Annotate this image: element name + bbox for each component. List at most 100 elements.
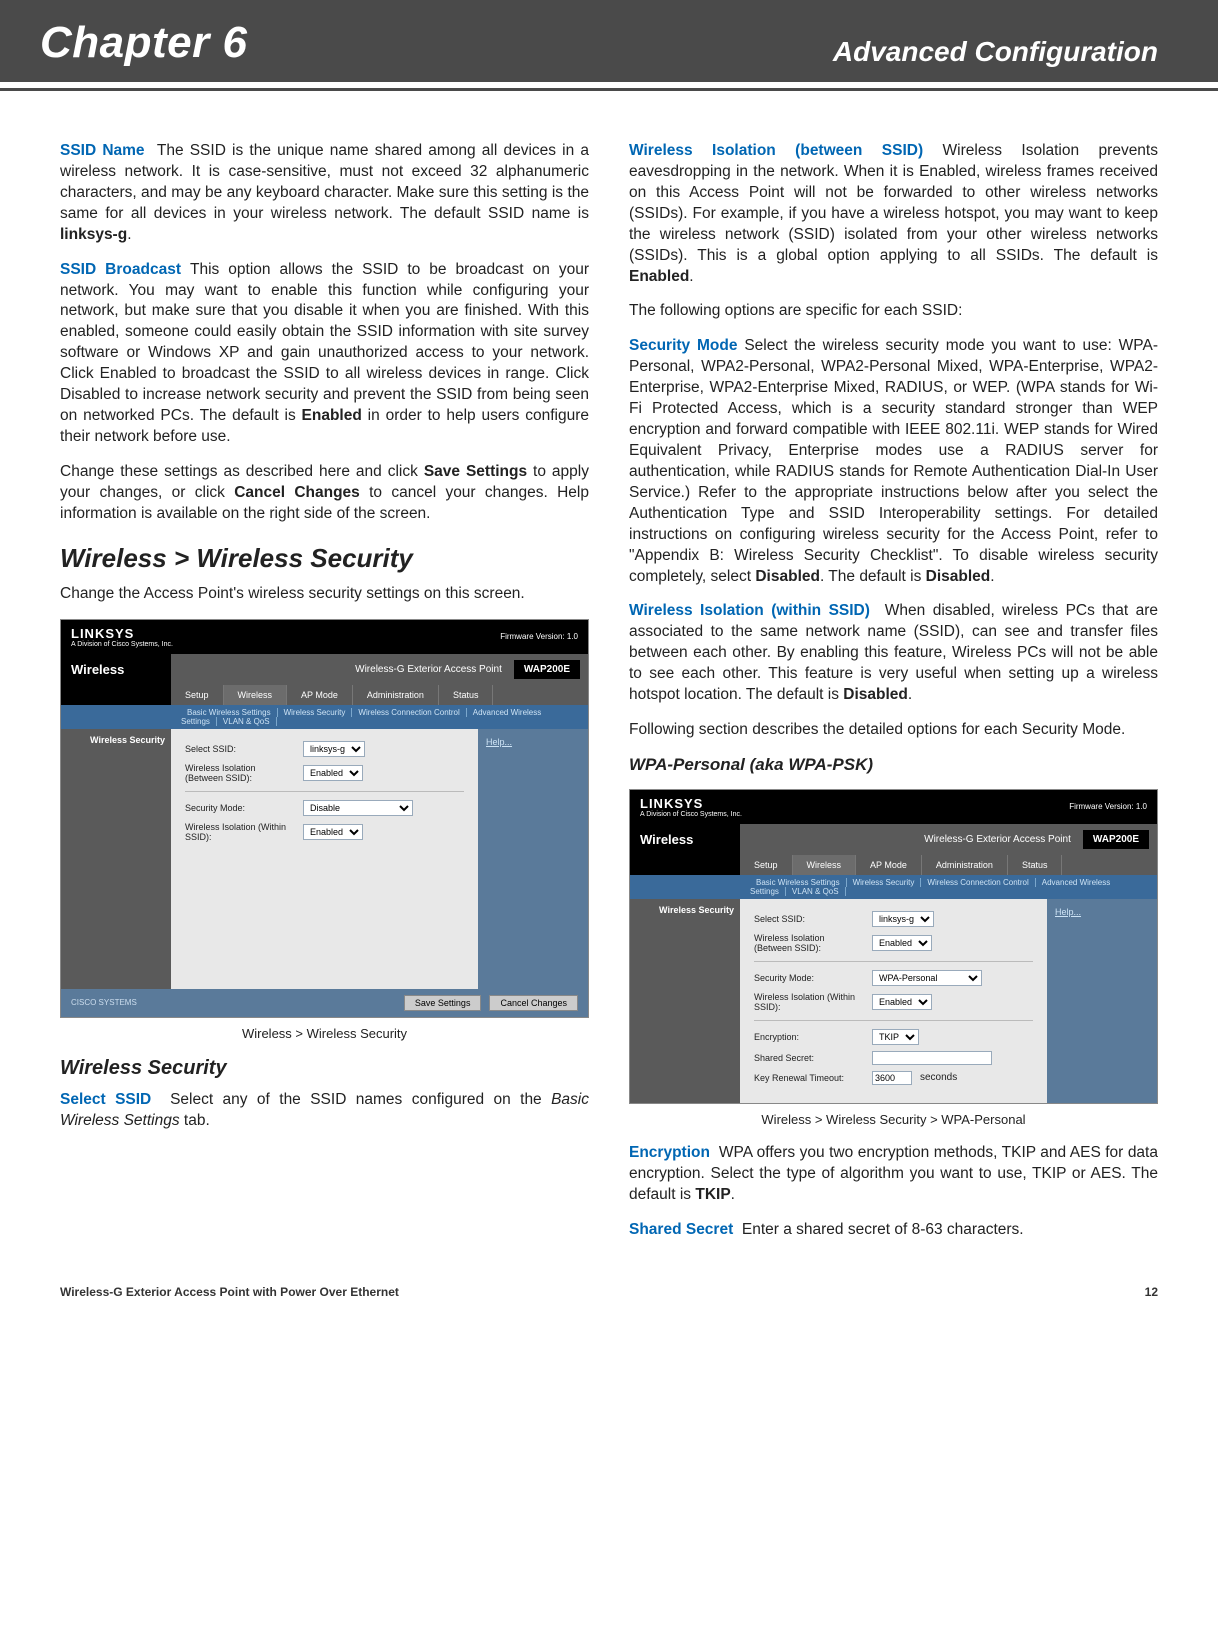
security-mode-dropdown-2[interactable]: WPA-Personal (872, 970, 982, 986)
firmware-version-2: Firmware Version: 1.0 (1069, 802, 1147, 811)
page-footer: Wireless-G Exterior Access Point with Po… (0, 1255, 1218, 1299)
iso-between-para: Wireless Isolation (between SSID) Wirele… (629, 141, 1158, 287)
model-label-2: WAP200E (1083, 830, 1149, 849)
section-heading-wireless-security: Wireless > Wireless Security (60, 543, 589, 574)
iso-within-label: Wireless Isolation (Within SSID): (185, 822, 295, 842)
shared-secret-input[interactable] (872, 1051, 992, 1065)
linksys-ui-1: LINKSYSA Division of Cisco Systems, Inc.… (60, 619, 589, 1018)
security-mode-term: Security Mode (629, 337, 737, 354)
iso-within-term: Wireless Isolation (within SSID) (629, 602, 870, 619)
security-mode-para: Security Mode Select the wireless securi… (629, 336, 1158, 587)
tab-setup[interactable]: Setup (171, 685, 224, 705)
select-ssid-term: Select SSID (60, 1091, 151, 1108)
iso-between-term: Wireless Isolation (between SSID) (629, 142, 923, 159)
ssid-name-para: SSID Name The SSID is the unique name sh… (60, 141, 589, 246)
select-ssid-label: Select SSID: (185, 744, 295, 754)
iso-within-dropdown-2[interactable]: Enabled (872, 994, 932, 1010)
figure-wpa-personal: LINKSYSA Division of Cisco Systems, Inc.… (629, 789, 1158, 1104)
left-column: SSID Name The SSID is the unique name sh… (60, 141, 589, 1255)
subtabs-2: Basic Wireless SettingsWireless Security… (630, 875, 1157, 899)
subtab-vlan-2[interactable]: VLAN & QoS (786, 887, 846, 896)
product-name: Wireless-G Exterior Access Point (355, 664, 502, 675)
side-label-2: Wireless Security (630, 899, 740, 1103)
encryption-term: Encryption (629, 1144, 710, 1161)
header-underline (0, 88, 1218, 91)
tab-setup-2[interactable]: Setup (740, 855, 793, 875)
security-mode-label-2: Security Mode: (754, 973, 864, 983)
subtab-basic-2[interactable]: Basic Wireless Settings (750, 878, 847, 887)
security-mode-label: Security Mode: (185, 803, 295, 813)
section-label-2: Wireless (630, 824, 740, 855)
form-area: Select SSID: linksys-g Wireless Isolation… (171, 729, 478, 989)
iso-within-label-2: Wireless Isolation (Within SSID): (754, 992, 864, 1012)
help-panel: Help... (478, 729, 588, 989)
help-link-2[interactable]: Help... (1055, 907, 1081, 917)
chapter-header: Chapter 6 Advanced Configuration (0, 0, 1218, 82)
iso-between-dropdown[interactable]: Enabled (303, 765, 363, 781)
iso-within-para: Wireless Isolation (within SSID) When di… (629, 601, 1158, 706)
following-options: The following options are specific for e… (629, 301, 1158, 322)
linksys-logo-2: LINKSYSA Division of Cisco Systems, Inc. (640, 796, 742, 818)
tab-wireless-2[interactable]: Wireless (793, 855, 857, 875)
side-label: Wireless Security (61, 729, 171, 989)
iso-between-dropdown-2[interactable]: Enabled (872, 935, 932, 951)
select-ssid-label-2: Select SSID: (754, 914, 864, 924)
key-renewal-label: Key Renewal Timeout: (754, 1073, 864, 1083)
chapter-number: Chapter 6 (40, 18, 247, 68)
select-ssid-para: Select SSID Select any of the SSID names… (60, 1090, 589, 1132)
figure-wireless-security: LINKSYSA Division of Cisco Systems, Inc.… (60, 619, 589, 1018)
following-section: Following section describes the detailed… (629, 720, 1158, 741)
shared-secret-label: Shared Secret: (754, 1053, 864, 1063)
footer-product: Wireless-G Exterior Access Point with Po… (60, 1285, 399, 1299)
section-sub: Change the Access Point's wireless secur… (60, 584, 589, 605)
subsection-wireless-security: Wireless Security (60, 1057, 589, 1080)
figure2-caption: Wireless > Wireless Security > WPA-Perso… (629, 1112, 1158, 1127)
ssid-broadcast-para: SSID Broadcast This option allows the SS… (60, 260, 589, 448)
subtab-connection[interactable]: Wireless Connection Control (352, 708, 466, 717)
right-column: Wireless Isolation (between SSID) Wirele… (629, 141, 1158, 1255)
model-label: WAP200E (514, 660, 580, 679)
firmware-version: Firmware Version: 1.0 (500, 632, 578, 641)
subtab-security[interactable]: Wireless Security (278, 708, 353, 717)
subtab-vlan[interactable]: VLAN & QoS (217, 717, 277, 726)
wpa-personal-heading: WPA-Personal (aka WPA-PSK) (629, 755, 1158, 775)
help-link[interactable]: Help... (486, 737, 512, 747)
encryption-label: Encryption: (754, 1032, 864, 1042)
ssid-broadcast-term: SSID Broadcast (60, 261, 181, 278)
shared-secret-para: Shared Secret Enter a shared secret of 8… (629, 1220, 1158, 1241)
linksys-logo: LINKSYSA Division of Cisco Systems, Inc. (71, 626, 173, 648)
product-name-2: Wireless-G Exterior Access Point (924, 834, 1071, 845)
linksys-ui-2: LINKSYSA Division of Cisco Systems, Inc.… (629, 789, 1158, 1104)
cisco-label: CISCO SYSTEMS (71, 998, 137, 1007)
tab-administration[interactable]: Administration (353, 685, 439, 705)
save-settings-para: Change these settings as described here … (60, 462, 589, 525)
ssid-name-term: SSID Name (60, 142, 145, 159)
subtab-basic[interactable]: Basic Wireless Settings (181, 708, 278, 717)
security-mode-dropdown[interactable]: Disable (303, 800, 413, 816)
select-ssid-dropdown[interactable]: linksys-g (303, 741, 365, 757)
tab-ap-mode-2[interactable]: AP Mode (856, 855, 922, 875)
form-area-2: Select SSID: linksys-g Wireless Isolation… (740, 899, 1047, 1103)
tab-wireless[interactable]: Wireless (224, 685, 288, 705)
subtab-connection-2[interactable]: Wireless Connection Control (921, 878, 1035, 887)
tab-status-2[interactable]: Status (1008, 855, 1063, 875)
key-renewal-input[interactable] (872, 1071, 912, 1085)
tab-ap-mode[interactable]: AP Mode (287, 685, 353, 705)
chapter-title: Advanced Configuration (833, 36, 1158, 68)
select-ssid-dropdown-2[interactable]: linksys-g (872, 911, 934, 927)
cancel-changes-button[interactable]: Cancel Changes (489, 995, 578, 1011)
shared-secret-term: Shared Secret (629, 1221, 733, 1238)
save-settings-button[interactable]: Save Settings (404, 995, 482, 1011)
encryption-para: Encryption WPA offers you two encryption… (629, 1143, 1158, 1206)
figure1-caption: Wireless > Wireless Security (60, 1026, 589, 1041)
section-label: Wireless (61, 654, 171, 685)
iso-within-dropdown[interactable]: Enabled (303, 824, 363, 840)
iso-between-label: Wireless Isolation (Between SSID): (185, 763, 295, 783)
tab-status[interactable]: Status (439, 685, 494, 705)
tab-administration-2[interactable]: Administration (922, 855, 1008, 875)
help-panel-2: Help... (1047, 899, 1157, 1103)
encryption-dropdown[interactable]: TKIP (872, 1029, 919, 1045)
subtabs: Basic Wireless SettingsWireless Security… (61, 705, 588, 729)
iso-between-label-2: Wireless Isolation (Between SSID): (754, 933, 864, 953)
subtab-security-2[interactable]: Wireless Security (847, 878, 922, 887)
